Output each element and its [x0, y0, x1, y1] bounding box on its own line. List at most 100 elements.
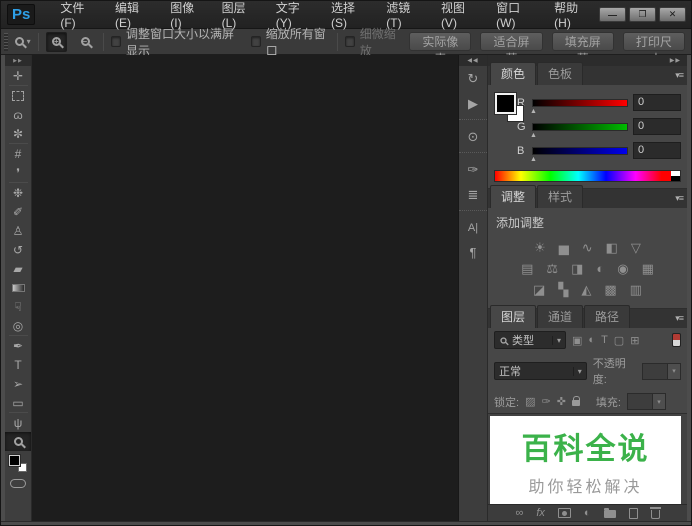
red-value-field[interactable]: 0 [633, 94, 681, 111]
maximize-button[interactable]: ❐ [629, 7, 656, 22]
black-white-icon[interactable]: ◨ [571, 261, 583, 277]
slider-handle-icon[interactable]: ▲ [530, 132, 537, 139]
curves-icon[interactable]: ∿ [582, 240, 593, 256]
opacity-dropdown[interactable]: ▾ [642, 363, 681, 380]
actual-pixels-button[interactable]: 实际像素 [409, 32, 471, 51]
channel-mixer-icon[interactable]: ◉ [617, 261, 628, 277]
tool-spot-healing[interactable]: ❉ [5, 183, 31, 202]
tab-styles[interactable]: 样式 [537, 185, 583, 208]
filter-pixel-layers-icon[interactable]: ▣ [572, 334, 582, 347]
brush-presets-panel-button[interactable]: ≣ [459, 182, 487, 207]
fit-screen-button[interactable]: 适合屏幕 [480, 32, 542, 51]
tool-history-brush[interactable]: ↺ [5, 240, 31, 259]
filter-smart-objects-icon[interactable]: ⊞ [630, 334, 639, 347]
layer-style-fx-icon[interactable]: fx [536, 507, 545, 519]
layer-list[interactable]: 百科全说 助你轻松解决 [488, 413, 687, 504]
tool-hand[interactable]: ψ [5, 413, 31, 432]
zoom-out-button[interactable]: – [74, 32, 96, 52]
levels-icon[interactable]: ▅ [559, 240, 569, 256]
slider-handle-icon[interactable]: ▲ [530, 156, 537, 163]
color-swatches[interactable] [494, 92, 517, 134]
tool-magic-wand[interactable]: ✼ [5, 124, 31, 143]
exposure-icon[interactable]: ◧ [606, 240, 618, 256]
foreground-background-swatches[interactable] [9, 455, 27, 472]
new-adjustment-layer-icon[interactable]: ◐ [584, 507, 591, 519]
tool-eraser[interactable]: ▰ [5, 259, 31, 278]
brightness-contrast-icon[interactable]: ☀ [534, 240, 546, 256]
tool-eyedropper[interactable]: ❜ [5, 163, 31, 182]
blue-slider[interactable]: ▲ [532, 147, 628, 155]
tool-clone-stamp[interactable]: ♙ [5, 221, 31, 240]
photo-filter-icon[interactable]: ◐ [596, 261, 604, 276]
filter-type-dropdown[interactable]: 类型 ▾ [494, 331, 566, 349]
scrubby-zoom-checkbox[interactable]: 细微缩放 [345, 25, 402, 59]
filter-adjustment-layers-icon[interactable]: ◐ [588, 334, 595, 346]
menu-view[interactable]: 视图(V) [430, 0, 485, 34]
quick-mask-button[interactable] [10, 479, 26, 488]
tab-color[interactable]: 颜色 [490, 62, 536, 85]
vibrance-icon[interactable]: ▽ [631, 240, 641, 256]
chevron-down-icon[interactable]: ▾ [653, 393, 666, 410]
panel-menu-icon[interactable]: ▾≡ [675, 193, 683, 204]
options-grip[interactable] [4, 33, 8, 51]
tab-channels[interactable]: 通道 [537, 305, 583, 328]
menu-window[interactable]: 窗口(W) [485, 0, 543, 34]
tool-crop[interactable]: # [5, 144, 31, 163]
brush-panel-button[interactable]: ✑ [459, 157, 487, 182]
link-layers-icon[interactable]: ∞ [515, 507, 523, 519]
tool-lasso[interactable]: ɷ [5, 105, 31, 124]
zoom-all-windows-checkbox[interactable]: 缩放所有窗口 [251, 25, 330, 59]
menu-file[interactable]: 文件(F) [49, 0, 104, 34]
fill-value[interactable] [627, 393, 653, 410]
posterize-icon[interactable]: ▚ [558, 282, 568, 298]
red-slider[interactable]: ▲ [532, 99, 628, 107]
history-panel-button[interactable]: ↻ [459, 66, 487, 91]
tool-brush[interactable]: ✐ [5, 202, 31, 221]
character-panel-button[interactable]: A| [459, 215, 487, 240]
tools-panel-collapse[interactable]: ▶▶ [5, 55, 31, 66]
print-size-button[interactable]: 打印尺寸 [623, 32, 685, 51]
new-group-icon[interactable] [604, 508, 616, 518]
blend-mode-dropdown[interactable]: 正常 ▾ [494, 362, 587, 380]
minimize-button[interactable]: — [599, 7, 626, 22]
slider-handle-icon[interactable]: ▲ [530, 108, 537, 115]
lock-all-icon[interactable] [572, 400, 580, 406]
checkbox-icon[interactable] [345, 36, 355, 47]
color-balance-icon[interactable]: ⚖ [546, 261, 558, 277]
zoom-in-button[interactable]: + [46, 32, 68, 52]
color-lookup-icon[interactable]: ▦ [642, 261, 654, 277]
tab-adjustments[interactable]: 调整 [490, 185, 536, 208]
foreground-color-swatch[interactable] [495, 93, 516, 114]
green-slider[interactable]: ▲ [532, 123, 628, 131]
delete-layer-icon[interactable] [651, 507, 660, 519]
canvas-workspace[interactable] [32, 55, 459, 521]
tool-preset-picker[interactable]: ▾ [15, 37, 31, 46]
panel-menu-icon[interactable]: ▾≡ [675, 313, 683, 324]
green-value-field[interactable]: 0 [633, 118, 681, 135]
new-layer-icon[interactable] [629, 508, 638, 519]
lock-transparency-icon[interactable]: ▨ [525, 395, 535, 408]
blue-value-field[interactable]: 0 [633, 142, 681, 159]
opacity-value[interactable] [642, 363, 668, 380]
tool-path-selection[interactable]: ➢ [5, 374, 31, 393]
invert-icon[interactable]: ◪ [533, 282, 545, 298]
tab-paths[interactable]: 路径 [584, 305, 630, 328]
actions-panel-button[interactable]: ▶ [459, 91, 487, 116]
tab-layers[interactable]: 图层 [490, 305, 536, 328]
tool-zoom[interactable] [5, 432, 31, 451]
paragraph-panel-button[interactable]: ¶ [459, 240, 487, 265]
filter-toggle-switch[interactable] [672, 333, 681, 347]
tool-dodge[interactable]: ◎ [5, 316, 31, 335]
tool-gradient[interactable] [5, 278, 31, 297]
hue-saturation-icon[interactable]: ▤ [521, 261, 533, 277]
tool-marquee[interactable] [5, 86, 31, 105]
fill-screen-button[interactable]: 填充屏幕 [552, 32, 614, 51]
chevron-down-icon[interactable]: ▾ [668, 363, 681, 380]
clone-source-panel-button[interactable]: ⊙ [459, 124, 487, 149]
tool-pen[interactable]: ✒ [5, 336, 31, 355]
tool-type[interactable]: T [5, 355, 31, 374]
dock-expand-button[interactable]: ◀◀ [459, 55, 487, 66]
close-button[interactable]: ✕ [659, 7, 686, 22]
threshold-icon[interactable]: ◭ [581, 282, 591, 298]
lock-position-icon[interactable]: ✜ [557, 395, 566, 408]
